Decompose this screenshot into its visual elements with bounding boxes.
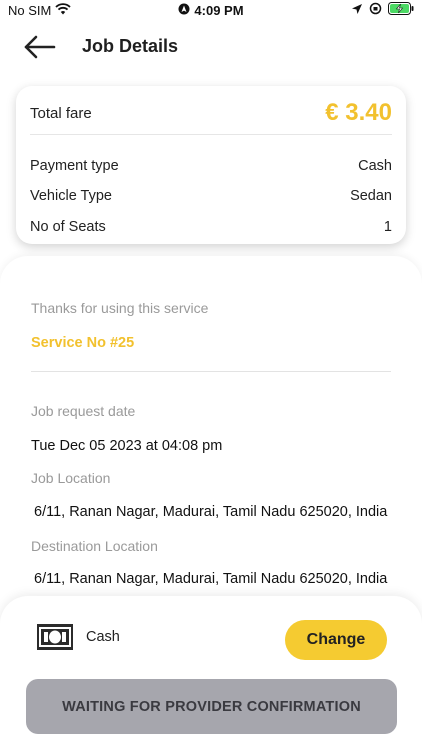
battery-charging-icon [388,2,414,18]
payment-type-value: Cash [358,158,392,174]
status-bar: No SIM 4:09 PM [0,0,422,22]
vehicle-type-value: Sedan [350,188,392,204]
details-divider [31,371,391,372]
vehicle-type-row: Vehicle Type Sedan [30,185,392,207]
job-location-label: Job Location [31,470,111,486]
header: Job Details [0,24,422,70]
payment-type-row: Payment type Cash [30,155,392,177]
job-request-date-value: Tue Dec 05 2023 at 04:08 pm [31,438,223,454]
total-fare-row: Total fare € 3.40 [30,98,392,128]
location-arrow-icon [351,3,363,18]
waiting-confirmation-button[interactable]: WAITING FOR PROVIDER CONFIRMATION [26,679,397,734]
card-divider [30,134,392,135]
navigation-icon [178,3,190,18]
service-number: Service No #25 [31,335,135,351]
total-fare-label: Total fare [30,104,92,122]
destination-location-label: Destination Location [31,538,158,554]
page-title: Job Details [82,36,179,56]
change-payment-button[interactable]: Change [285,620,387,660]
orientation-lock-icon [369,2,382,18]
payment-type-label: Payment type [30,158,119,174]
seats-row: No of Seats 1 [30,216,392,238]
seats-value: 1 [383,219,392,235]
back-button[interactable] [22,32,58,62]
total-fare-value: € 3.40 [325,99,392,126]
cash-icon [37,624,73,650]
thanks-text: Thanks for using this service [31,300,209,316]
job-request-date-label: Job request date [31,403,136,419]
payment-method-label: Cash [86,629,120,645]
seats-label: No of Seats [30,219,106,235]
back-arrow-icon [22,35,56,66]
job-location-value: 6/11, Ranan Nagar, Madurai, Tamil Nadu 6… [34,504,388,520]
clock-time: 4:09 PM [194,3,244,18]
vehicle-type-label: Vehicle Type [30,188,112,204]
destination-location-value: 6/11, Ranan Nagar, Madurai, Tamil Nadu 6… [34,571,388,587]
fare-summary-card: Total fare € 3.40 Payment type Cash Vehi… [16,86,406,244]
